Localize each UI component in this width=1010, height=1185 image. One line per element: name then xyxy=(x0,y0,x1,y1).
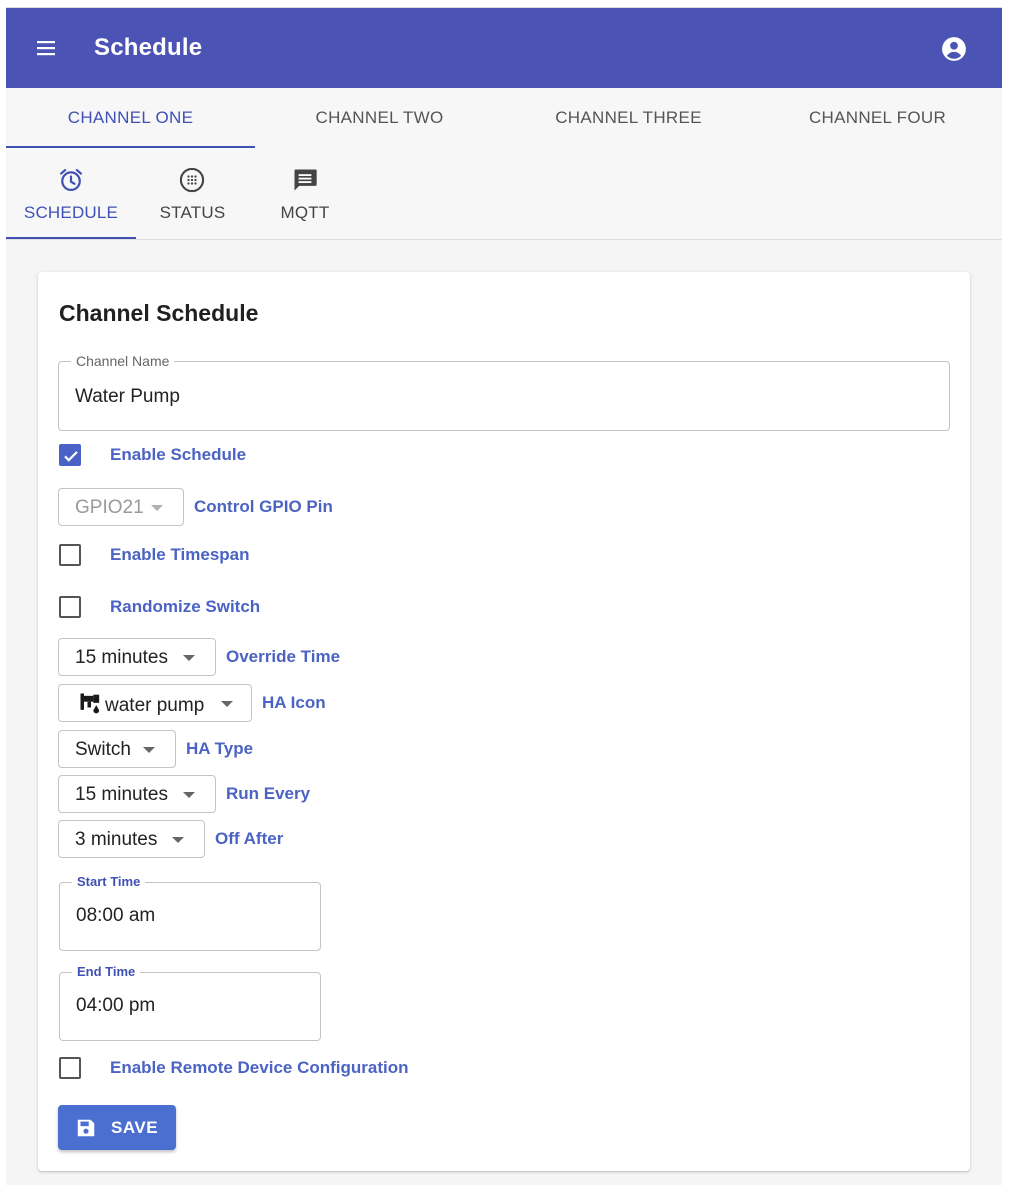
gpio-select[interactable]: GPIO21 xyxy=(58,488,184,526)
ha-type-value: Switch xyxy=(75,739,131,760)
chevron-down-icon xyxy=(172,837,184,843)
gpio-value: GPIO21 xyxy=(75,497,144,518)
run-every-select[interactable]: 15 minutes xyxy=(58,775,216,813)
save-icon xyxy=(77,1119,95,1137)
override-time-select[interactable]: 15 minutes xyxy=(58,638,216,676)
tab-schedule-label: SCHEDULE xyxy=(23,203,119,222)
chevron-down-icon xyxy=(151,505,163,511)
ha-icon-label: HA Icon xyxy=(262,693,326,712)
alarm-icon xyxy=(59,168,83,192)
run-every-value: 15 minutes xyxy=(75,784,168,805)
tab-schedule[interactable]: SCHEDULE xyxy=(6,148,136,239)
start-time-field[interactable]: Start Time 08:00 am xyxy=(59,874,321,951)
remote-config-checkbox[interactable] xyxy=(59,1057,81,1079)
off-after-select[interactable]: 3 minutes xyxy=(58,820,205,858)
app-bar: Schedule xyxy=(6,8,1002,88)
check-icon xyxy=(64,451,78,462)
status-icon xyxy=(179,167,205,193)
tab-channel-three[interactable]: CHANNEL THREE xyxy=(504,88,753,148)
start-time-value: 08:00 am xyxy=(76,905,156,926)
app-frame: Schedule CHANNEL ONE CHANNEL TWO CHANNEL… xyxy=(6,7,1002,1185)
tab-mqtt[interactable]: MQTT xyxy=(249,148,361,239)
section-tabs: SCHEDULE STATUS MQTT xyxy=(6,148,1002,240)
enable-timespan-checkbox[interactable] xyxy=(59,544,81,566)
ha-type-select[interactable]: Switch xyxy=(58,730,176,768)
message-icon xyxy=(294,169,317,191)
channel-name-label: Channel Name xyxy=(71,353,175,369)
ha-icon-value: water pump xyxy=(105,695,205,716)
end-time-field[interactable]: End Time 04:00 pm xyxy=(59,964,321,1041)
override-time-label: Override Time xyxy=(226,647,341,666)
override-time-value: 15 minutes xyxy=(75,647,168,668)
card-title: Channel Schedule xyxy=(59,300,259,326)
tab-status-label: STATUS xyxy=(159,203,226,222)
channel-tabs: CHANNEL ONE CHANNEL TWO CHANNEL THREE CH… xyxy=(6,88,1002,148)
save-label: SAVE xyxy=(111,1118,159,1137)
channel-schedule-card: Channel Schedule Channel Name Water Pump… xyxy=(38,272,970,1171)
chevron-down-icon xyxy=(221,701,233,707)
chevron-down-icon xyxy=(143,747,155,753)
tab-mqtt-label: MQTT xyxy=(280,203,330,222)
end-time-value: 04:00 pm xyxy=(76,995,156,1016)
chevron-down-icon xyxy=(183,655,195,661)
menu-icon[interactable] xyxy=(34,36,58,60)
ha-type-label: HA Type xyxy=(186,739,254,758)
start-time-label: Start Time xyxy=(72,874,146,889)
save-button[interactable]: SAVE xyxy=(58,1105,176,1150)
tab-channel-one[interactable]: CHANNEL ONE xyxy=(6,88,255,148)
gpio-label: Control GPIO Pin xyxy=(194,497,333,516)
remote-config-label: Enable Remote Device Configuration xyxy=(110,1058,409,1077)
off-after-value: 3 minutes xyxy=(75,829,158,850)
enable-schedule-checkbox[interactable] xyxy=(59,444,81,466)
run-every-label: Run Every xyxy=(226,784,311,803)
account-icon[interactable] xyxy=(941,36,967,62)
randomize-switch-label: Randomize Switch xyxy=(110,597,261,616)
app-title: Schedule xyxy=(94,34,203,61)
tab-channel-four[interactable]: CHANNEL FOUR xyxy=(753,88,1002,148)
tab-status[interactable]: STATUS xyxy=(136,148,249,239)
channel-name-value: Water Pump xyxy=(75,386,180,407)
channel-name-field[interactable]: Channel Name Water Pump xyxy=(58,353,950,431)
end-time-label: End Time xyxy=(72,964,141,979)
ha-icon-select[interactable]: water pump xyxy=(58,684,252,722)
enable-schedule-label: Enable Schedule xyxy=(110,445,247,464)
tab-channel-two[interactable]: CHANNEL TWO xyxy=(255,88,504,148)
water-pump-icon xyxy=(80,693,100,714)
chevron-down-icon xyxy=(183,792,195,798)
randomize-switch-checkbox[interactable] xyxy=(59,596,81,618)
enable-timespan-label: Enable Timespan xyxy=(110,545,250,564)
off-after-label: Off After xyxy=(215,829,284,848)
